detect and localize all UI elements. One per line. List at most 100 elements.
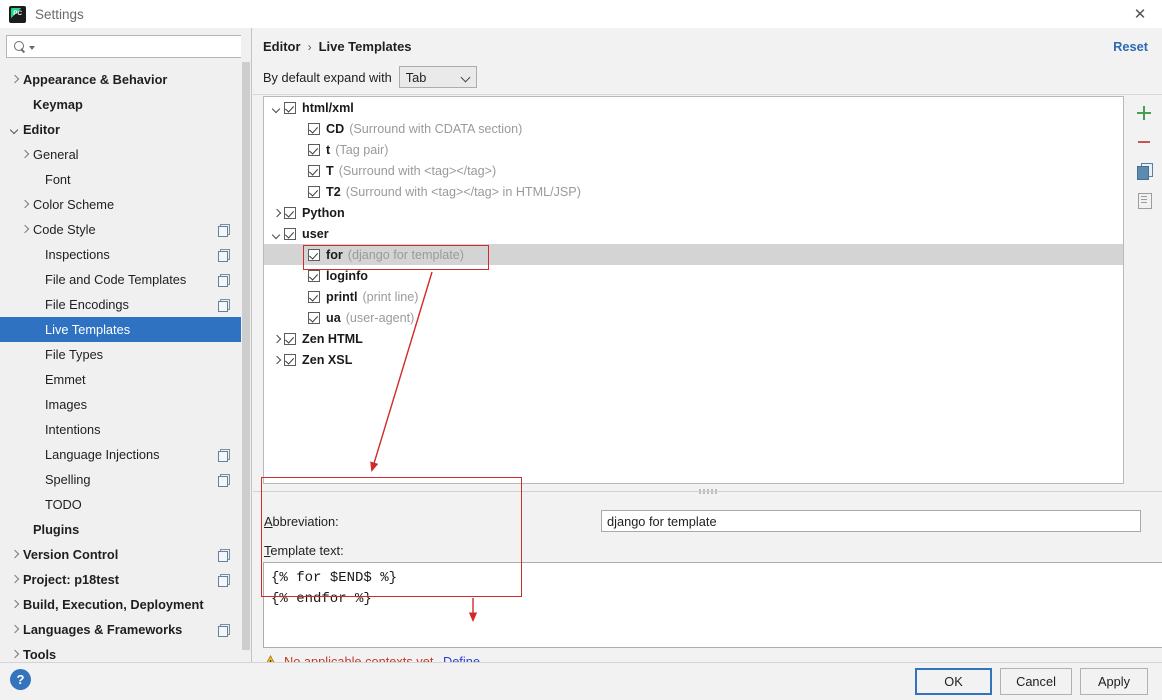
template-description: (user-agent) bbox=[345, 310, 415, 325]
chevron-right-icon[interactable] bbox=[8, 648, 21, 661]
sidebar-item-inspections[interactable]: Inspections bbox=[0, 242, 251, 267]
chevron-right-icon[interactable] bbox=[18, 198, 31, 211]
sidebar-item-languages-frameworks[interactable]: Languages & Frameworks bbox=[0, 617, 251, 642]
chevron-right-icon[interactable] bbox=[270, 353, 284, 367]
template-row[interactable]: loginfo bbox=[264, 265, 1123, 286]
template-row[interactable]: Zen XSL bbox=[264, 349, 1123, 370]
breadcrumb-parent[interactable]: Editor bbox=[263, 39, 301, 54]
main-panel: Editor › Live Templates Reset By default… bbox=[253, 28, 1162, 669]
template-row[interactable]: T2 (Surround with <tag></tag> in HTML/JSP… bbox=[264, 181, 1123, 202]
sidebar-item-build-execution-deployment[interactable]: Build, Execution, Deployment bbox=[0, 592, 251, 617]
chevron-down-icon[interactable] bbox=[270, 101, 284, 115]
template-text-editor[interactable]: {% for $END$ %} {% endfor %} bbox=[263, 562, 1162, 648]
sidebar-item-appearance-behavior[interactable]: Appearance & Behavior bbox=[0, 67, 251, 92]
chevron-right-icon[interactable] bbox=[8, 598, 21, 611]
sidebar-item-plugins[interactable]: Plugins bbox=[0, 517, 251, 542]
template-row[interactable]: Python bbox=[264, 202, 1123, 223]
sidebar-item-editor[interactable]: Editor bbox=[0, 117, 251, 142]
project-scope-icon bbox=[218, 249, 230, 262]
project-scope-icon bbox=[218, 574, 230, 587]
description-input[interactable]: django for template bbox=[601, 510, 1141, 532]
chevron-right-icon[interactable] bbox=[8, 573, 21, 586]
chevron-right-icon[interactable] bbox=[8, 73, 21, 86]
chevron-right-icon[interactable] bbox=[8, 623, 21, 636]
template-checkbox[interactable] bbox=[308, 248, 320, 261]
template-checkbox[interactable] bbox=[308, 269, 320, 282]
sidebar-item-code-style[interactable]: Code Style bbox=[0, 217, 251, 242]
template-row[interactable]: printl (print line) bbox=[264, 286, 1123, 307]
add-icon[interactable] bbox=[1135, 104, 1153, 122]
sidebar-item-file-types[interactable]: File Types bbox=[0, 342, 251, 367]
sidebar-item-todo[interactable]: TODO bbox=[0, 492, 251, 517]
template-row[interactable]: Zen HTML bbox=[264, 328, 1123, 349]
template-checkbox[interactable] bbox=[308, 290, 320, 303]
sidebar-item-color-scheme[interactable]: Color Scheme bbox=[0, 192, 251, 217]
template-row[interactable]: CD (Surround with CDATA section) bbox=[264, 118, 1123, 139]
sidebar-item-label: Build, Execution, Deployment bbox=[23, 597, 204, 612]
sidebar-item-font[interactable]: Font bbox=[0, 167, 251, 192]
sidebar-item-keymap[interactable]: Keymap bbox=[0, 92, 251, 117]
ok-button[interactable]: OK bbox=[915, 668, 992, 695]
sidebar-item-project-p18test[interactable]: Project: p18test bbox=[0, 567, 251, 592]
expand-with-label: By default expand with bbox=[263, 69, 392, 85]
sidebar-scrollbar[interactable] bbox=[241, 28, 251, 662]
template-checkbox[interactable] bbox=[284, 101, 296, 114]
sidebar-item-file-encodings[interactable]: File Encodings bbox=[0, 292, 251, 317]
template-checkbox[interactable] bbox=[308, 143, 320, 156]
template-row[interactable]: ua (user-agent) bbox=[264, 307, 1123, 328]
expand-with-dropdown[interactable]: Tab bbox=[398, 66, 477, 88]
sidebar-scrollbar-thumb[interactable] bbox=[242, 62, 250, 650]
splitter-handle[interactable] bbox=[699, 489, 719, 494]
breadcrumb-current: Live Templates bbox=[318, 39, 412, 54]
sidebar-item-intentions[interactable]: Intentions bbox=[0, 417, 251, 442]
copy-icon[interactable] bbox=[1135, 162, 1153, 180]
panel-splitter[interactable] bbox=[253, 486, 1162, 496]
sidebar-item-live-templates[interactable]: Live Templates bbox=[0, 317, 251, 342]
tree-toolbar bbox=[1125, 96, 1162, 484]
abbreviation-label: Abbreviation: bbox=[264, 514, 339, 529]
remove-icon[interactable] bbox=[1135, 133, 1153, 151]
template-row[interactable]: user bbox=[264, 223, 1123, 244]
apply-button[interactable]: Apply bbox=[1080, 668, 1148, 695]
close-icon[interactable]: ✕ bbox=[1118, 0, 1162, 28]
sidebar-item-file-and-code-templates[interactable]: File and Code Templates bbox=[0, 267, 251, 292]
help-icon[interactable]: ? bbox=[10, 669, 31, 690]
sidebar-item-version-control[interactable]: Version Control bbox=[0, 542, 251, 567]
chevron-right-icon[interactable] bbox=[18, 148, 31, 161]
search-box[interactable] bbox=[6, 35, 245, 58]
template-checkbox[interactable] bbox=[284, 206, 296, 219]
search-input[interactable] bbox=[35, 36, 244, 57]
sidebar-item-images[interactable]: Images bbox=[0, 392, 251, 417]
template-checkbox[interactable] bbox=[308, 185, 320, 198]
sidebar-item-language-injections[interactable]: Language Injections bbox=[0, 442, 251, 467]
template-row[interactable]: html/xml bbox=[264, 97, 1123, 118]
sidebar-item-emmet[interactable]: Emmet bbox=[0, 367, 251, 392]
document-icon[interactable] bbox=[1135, 191, 1153, 209]
template-checkbox[interactable] bbox=[308, 164, 320, 177]
template-checkbox[interactable] bbox=[284, 353, 296, 366]
template-row[interactable]: for (django for template) bbox=[264, 244, 1123, 265]
settings-sidebar: Appearance & Behavior Keymap Editor General… bbox=[0, 28, 252, 662]
template-name: Zen HTML bbox=[302, 331, 363, 346]
reset-link[interactable]: Reset bbox=[1113, 39, 1148, 54]
chevron-down-icon[interactable] bbox=[8, 123, 21, 136]
template-row[interactable]: T (Surround with <tag></tag>) bbox=[264, 160, 1123, 181]
expand-with-row: By default expand with Tab bbox=[263, 66, 477, 88]
template-checkbox[interactable] bbox=[284, 332, 296, 345]
sidebar-item-general[interactable]: General bbox=[0, 142, 251, 167]
live-templates-tree[interactable]: html/xml CD (Surround with CDATA section) t… bbox=[263, 96, 1124, 484]
chevron-right-icon[interactable] bbox=[270, 332, 284, 346]
chevron-down-icon[interactable] bbox=[270, 227, 284, 241]
template-checkbox[interactable] bbox=[284, 227, 296, 240]
chevron-right-icon[interactable] bbox=[270, 206, 284, 220]
cancel-button[interactable]: Cancel bbox=[1000, 668, 1072, 695]
template-checkbox[interactable] bbox=[308, 122, 320, 135]
chevron-right-icon[interactable] bbox=[8, 548, 21, 561]
template-name: loginfo bbox=[326, 268, 368, 283]
template-row[interactable]: t (Tag pair) bbox=[264, 139, 1123, 160]
chevron-right-icon[interactable] bbox=[18, 223, 31, 236]
sidebar-item-spelling[interactable]: Spelling bbox=[0, 467, 251, 492]
template-checkbox[interactable] bbox=[308, 311, 320, 324]
